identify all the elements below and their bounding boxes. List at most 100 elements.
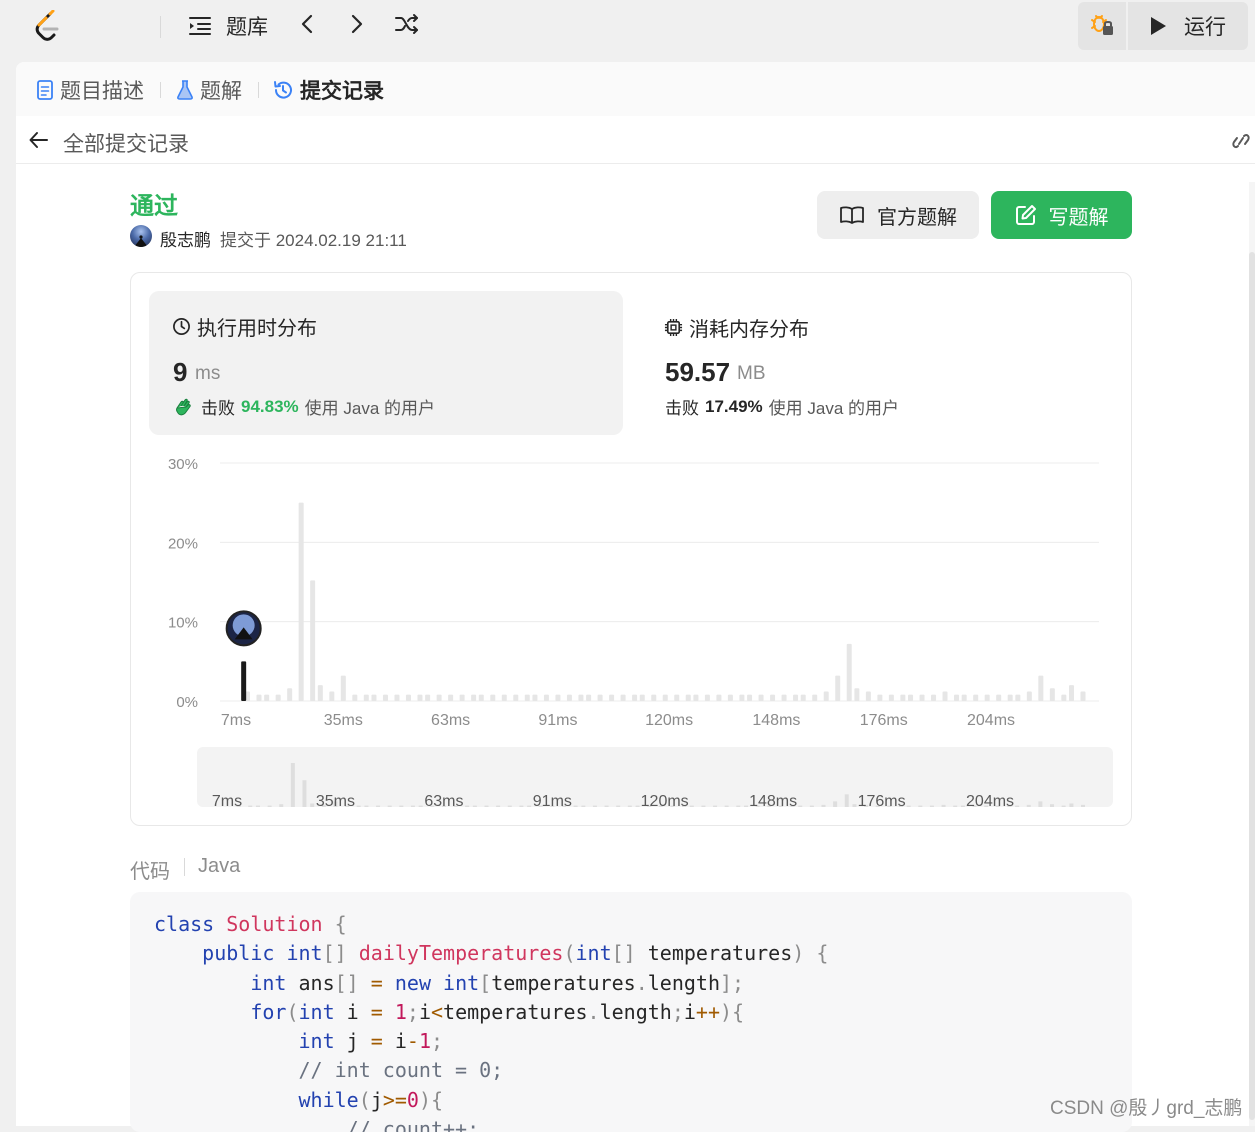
chart-bar (632, 694, 638, 701)
tab-divider (258, 82, 259, 98)
chart-bar (942, 691, 948, 701)
chart-bar (478, 694, 484, 701)
chart-brush-bar (410, 805, 415, 807)
chart-bar (310, 580, 316, 701)
top-bar: 题库 运行 (0, 0, 1255, 52)
official-solution-button[interactable]: 官方题解 (817, 191, 979, 239)
write-solution-button[interactable]: 写题解 (991, 191, 1132, 239)
chart-brush-tick-label: 204ms (966, 793, 1014, 810)
chart-bar (877, 694, 883, 701)
run-button[interactable]: 运行 (1128, 2, 1248, 50)
chart-y-tick-label: 0% (176, 694, 198, 711)
chevron-left-icon (299, 13, 315, 40)
all-submissions-title: 全部提交记录 (63, 133, 189, 156)
chart-brush-tick-label: 120ms (641, 793, 689, 810)
chart-brush-bar (1038, 801, 1043, 807)
code-line: for(int i = 1;i<temperatures.length;i++)… (250, 1000, 745, 1024)
chart-bar (287, 688, 293, 701)
chart-bar (1015, 694, 1021, 701)
chart-bar (256, 694, 262, 701)
chart-x-tick-label: 148ms (752, 712, 800, 729)
chart-brush-bar (581, 805, 586, 807)
chart-bar (739, 694, 745, 701)
copy-link-button[interactable] (1228, 130, 1254, 152)
code-block[interactable]: class Solution { public int[] dailyTempe… (130, 892, 1132, 1132)
chart-bar (704, 694, 710, 701)
chart-brush-bar (852, 804, 857, 807)
code-line: public int[] dailyTemperatures(int[] tem… (202, 941, 829, 965)
chart-brush-bar (744, 805, 749, 807)
problem-bank-button[interactable]: 题库 (188, 12, 268, 40)
tab-solutions[interactable]: 题解 (176, 76, 242, 104)
chart-brush-bar (604, 805, 609, 807)
submitter-name[interactable]: 殷志鹏 (160, 226, 211, 251)
chart-bar (329, 691, 335, 701)
chart-brush-bar (1081, 804, 1085, 807)
chart-brush-bar (592, 805, 597, 807)
debug-locked-button[interactable] (1078, 2, 1126, 50)
csdn-watermark: CSDN @殷丿grd_志鹏 (1050, 1098, 1243, 1119)
play-icon (1148, 15, 1168, 37)
chart-brush-bar (689, 805, 694, 807)
chart-bar (770, 694, 776, 701)
chart-x-tick-label: 35ms (324, 712, 363, 729)
chart-bar (425, 694, 431, 701)
chart-brush-bar (724, 805, 729, 807)
chart-brush-bar (798, 805, 803, 807)
chart-bar (471, 694, 477, 701)
chart-bar (597, 694, 603, 701)
tab-submissions[interactable]: 提交记录 (272, 76, 384, 104)
chart-brush-bar (941, 804, 946, 807)
chart-brush-bar (376, 805, 381, 807)
flask-icon (176, 79, 200, 101)
chart-y-tick-label: 30% (168, 456, 198, 473)
scrollbar-thumb[interactable] (1249, 252, 1255, 1120)
chart-bar (1080, 691, 1086, 701)
chart-bar (532, 694, 538, 701)
chart-bar (490, 694, 496, 701)
chart-bar (405, 694, 411, 701)
chart-brush-bar (496, 805, 501, 807)
prev-problem-button[interactable] (293, 12, 321, 40)
chart-brush-bar (906, 805, 911, 807)
chart-bar (727, 694, 733, 701)
chart-brush-bar (302, 780, 307, 807)
write-solution-label: 写题解 (1048, 206, 1109, 229)
random-problem-button[interactable] (393, 12, 421, 40)
tab-description[interactable]: 题目描述 (36, 76, 144, 104)
chart-brush-bar (465, 805, 470, 807)
chart-your-bar (241, 661, 247, 701)
chart-x-tick-label: 63ms (431, 712, 470, 729)
panel-scrollbar[interactable] (1249, 182, 1255, 1126)
chart-bar (835, 675, 841, 701)
chart-bar (651, 694, 657, 701)
tab-divider (160, 82, 161, 98)
chart-bar (685, 694, 691, 701)
chart-brush-bar (387, 805, 392, 807)
chart-bar (264, 694, 270, 701)
chart-brush-tick-label: 7ms (212, 793, 242, 810)
chart-bar (854, 688, 860, 701)
code-line: class Solution { (154, 912, 347, 936)
chart-bar (275, 694, 281, 701)
avatar[interactable] (130, 225, 152, 247)
next-problem-button[interactable] (343, 12, 371, 40)
chart-bar (931, 694, 937, 701)
chart-brush-bar (519, 805, 524, 807)
chart-brush-bar (844, 794, 849, 807)
chart-brush-bar (255, 805, 260, 807)
book-open-icon (839, 204, 877, 226)
chart-x-tick-label: 91ms (538, 712, 577, 729)
chart-bar (340, 675, 346, 701)
runtime-distribution-chart[interactable]: 30% 20% 10% 0% 7ms 35ms 63ms 91ms 120ms 148ms 176m… (131, 273, 1131, 825)
code-line: int j = i-1; (298, 1029, 444, 1053)
chart-x-tick-label: 120ms (645, 712, 693, 729)
chart-bar (298, 502, 304, 701)
back-button[interactable] (28, 129, 50, 151)
document-icon (36, 79, 60, 101)
chart-y-tick-label: 10% (168, 615, 198, 632)
leetcode-logo-icon[interactable] (30, 9, 64, 44)
chart-bar (609, 694, 615, 701)
chart-brush-bar (833, 801, 838, 807)
chart-brush-bar (713, 805, 718, 807)
